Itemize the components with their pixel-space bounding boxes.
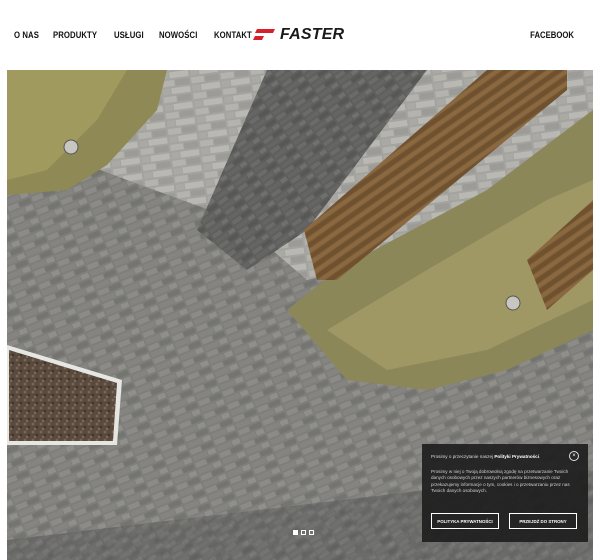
privacy-policy-button[interactable]: POLITYKA PRYWATNOŚCI (431, 513, 499, 529)
nav-item-o-nas[interactable]: O NAS (14, 30, 39, 40)
nav-item-uslugi[interactable]: USŁUGI (114, 30, 144, 40)
site-header: O NAS PRODUKTY USŁUGI NOWOŚCI KONTAKT FA… (0, 0, 600, 70)
go-to-site-button[interactable]: PRZEJDŹ DO STRONY (509, 513, 577, 529)
nav-item-produkty[interactable]: PRODUKTY (53, 30, 97, 40)
consent-intro-prefix: Prosimy o przeczytanie naszej (431, 454, 494, 459)
consent-body: Prosimy w niej o Twoją dobrowolną zgodę … (431, 469, 570, 494)
slider-dot[interactable] (309, 530, 314, 535)
slider-dot[interactable] (293, 530, 298, 535)
consent-intro: Prosimy o przeczytanie naszej Polityki P… (431, 454, 540, 459)
slider-pagination (293, 530, 314, 535)
faster-logo[interactable]: FASTER (252, 26, 344, 44)
nav-item-nowosci[interactable]: NOWOŚCI (159, 30, 197, 40)
consent-intro-suffix: . (539, 454, 541, 459)
facebook-link[interactable]: FACEBOOK (530, 30, 574, 40)
cookie-consent-panel: Prosimy o przeczytanie naszej Polityki P… (422, 444, 588, 542)
logo-text: FASTER (280, 26, 345, 43)
nav-item-kontakt[interactable]: KONTAKT (214, 30, 252, 40)
slider-dot[interactable] (301, 530, 306, 535)
main-nav: O NAS PRODUKTY USŁUGI NOWOŚCI KONTAKT (14, 30, 258, 40)
close-icon[interactable]: × (569, 451, 579, 461)
faster-logo-mark-icon (253, 29, 275, 40)
privacy-policy-link[interactable]: Polityki Prywatności (494, 454, 539, 459)
